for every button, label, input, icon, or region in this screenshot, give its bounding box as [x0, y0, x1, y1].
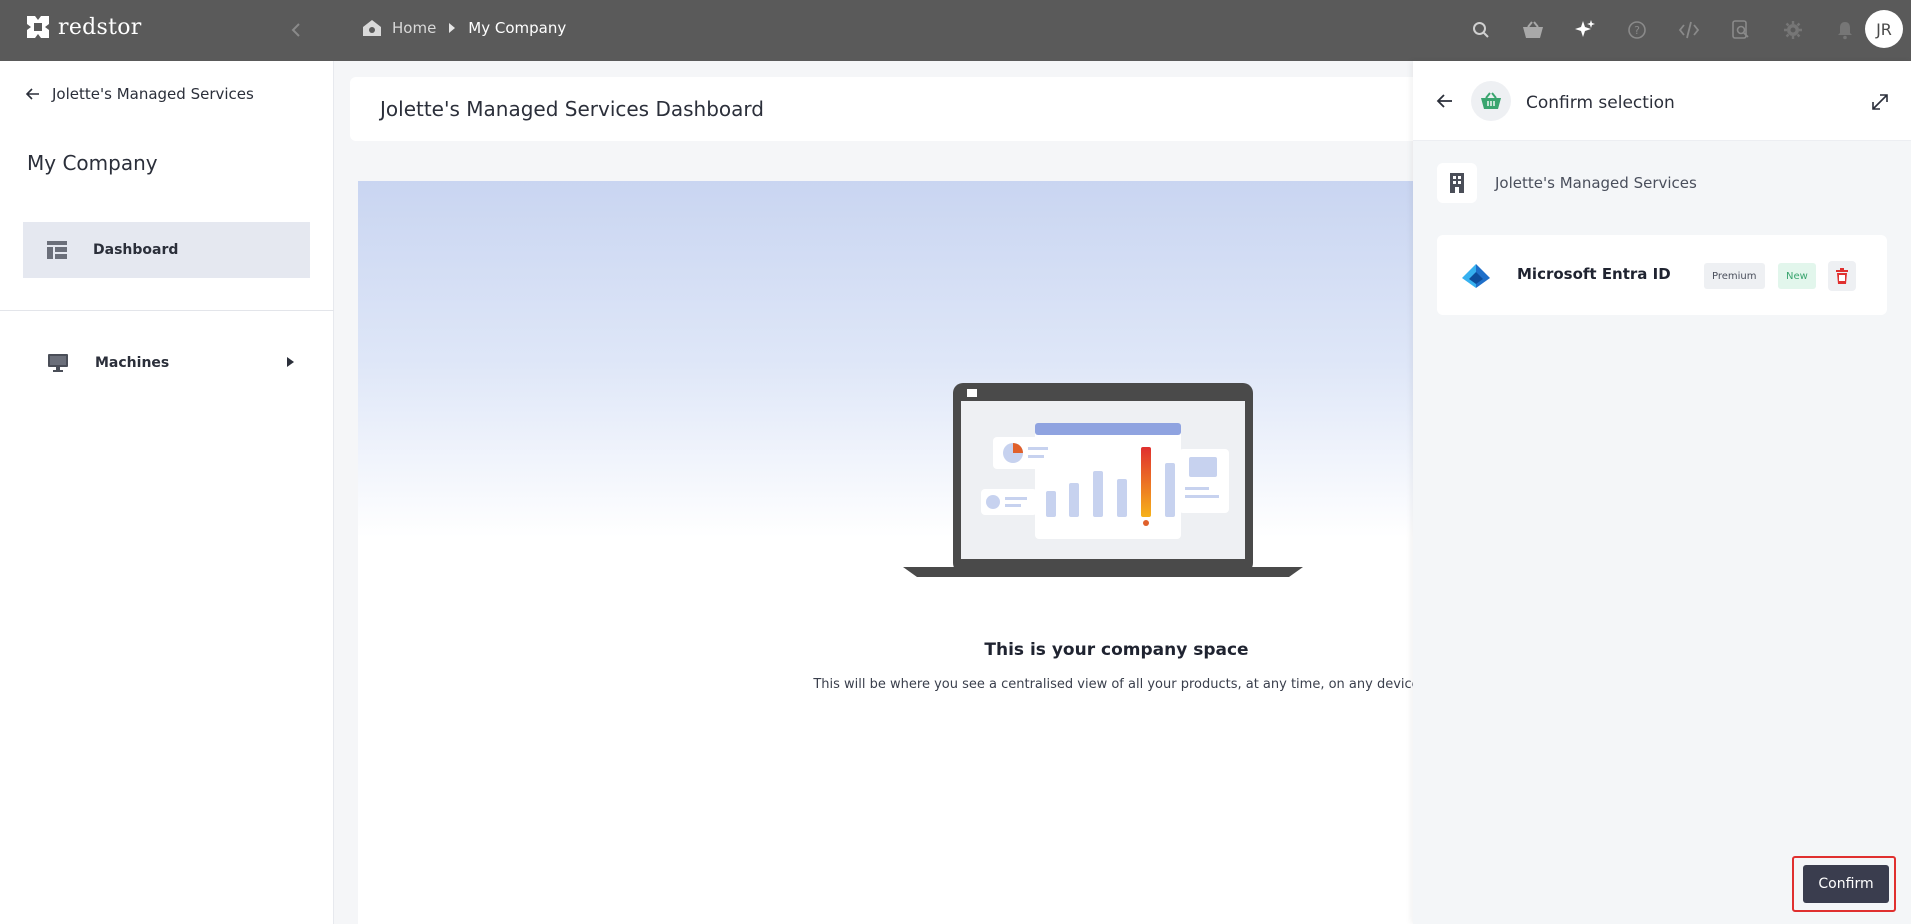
doc-search-icon[interactable]	[1725, 14, 1757, 46]
sidebar-divider	[0, 310, 334, 311]
collapse-icon[interactable]	[1871, 93, 1889, 111]
product-card: Microsoft Entra ID Premium New	[1437, 235, 1887, 315]
sidebar-item-label: Dashboard	[93, 242, 179, 258]
remove-product-button[interactable]	[1828, 261, 1856, 291]
caret-right-icon[interactable]	[287, 357, 294, 367]
gear-icon[interactable]	[1777, 14, 1809, 46]
brand-logo[interactable]: redstor	[24, 13, 142, 41]
brand-name: redstor	[58, 14, 142, 40]
breadcrumb-home-label: Home	[392, 19, 437, 37]
home-icon	[363, 20, 381, 36]
redstor-logo-icon	[27, 16, 49, 38]
premium-badge: Premium	[1704, 263, 1765, 289]
confirm-highlight: Confirm	[1792, 856, 1896, 912]
company-name: Jolette's Managed Services	[1495, 174, 1697, 192]
back-link-label: Jolette's Managed Services	[52, 85, 254, 103]
breadcrumb: Home My Company	[362, 19, 566, 37]
arrow-left-icon	[26, 88, 39, 100]
bell-icon[interactable]	[1829, 14, 1861, 46]
sidebar-item-machines[interactable]: Machines	[23, 335, 310, 391]
basket-avatar	[1471, 81, 1511, 121]
back-to-company-link[interactable]: Jolette's Managed Services	[26, 85, 254, 103]
monitor-icon	[48, 354, 68, 372]
sparkle-icon[interactable]	[1569, 14, 1601, 46]
laptop-illustration	[903, 383, 1303, 577]
panel-header: Confirm selection	[1413, 61, 1911, 141]
breadcrumb-separator-icon	[449, 23, 456, 33]
code-icon[interactable]	[1673, 14, 1705, 46]
microsoft-entra-logo-icon	[1462, 264, 1490, 288]
panel-title: Confirm selection	[1526, 93, 1675, 113]
breadcrumb-current: My Company	[468, 19, 567, 37]
sidebar-item-dashboard[interactable]: Dashboard	[23, 222, 310, 278]
top-bar: redstor Home My Company ? JR	[0, 0, 1911, 61]
sidebar-title: My Company	[27, 151, 158, 175]
confirm-selection-panel: Confirm selection Jolette's Managed Serv…	[1413, 61, 1911, 924]
svg-text:?: ?	[1634, 24, 1640, 37]
help-icon[interactable]: ?	[1621, 14, 1653, 46]
sidebar-collapse-button[interactable]	[284, 18, 308, 42]
page-title: Jolette's Managed Services Dashboard	[380, 97, 764, 121]
product-name: Microsoft Entra ID	[1517, 265, 1671, 283]
basket-icon	[1481, 92, 1501, 109]
basket-icon[interactable]	[1517, 14, 1549, 46]
selected-company: Jolette's Managed Services	[1437, 163, 1697, 203]
new-badge: New	[1778, 263, 1816, 289]
arrow-left-icon[interactable]	[1435, 91, 1455, 111]
building-icon	[1437, 163, 1477, 203]
search-icon[interactable]	[1465, 14, 1497, 46]
user-avatar[interactable]: JR	[1865, 10, 1903, 48]
trash-icon	[1836, 268, 1848, 284]
chevron-left-icon	[291, 23, 300, 37]
sidebar-item-label: Machines	[95, 355, 170, 371]
top-icon-bar: ?	[1465, 14, 1861, 46]
confirm-button[interactable]: Confirm	[1803, 865, 1889, 903]
sidebar: Jolette's Managed Services My Company Da…	[0, 61, 334, 924]
dashboard-icon	[47, 241, 67, 259]
breadcrumb-home[interactable]: Home	[362, 19, 436, 37]
